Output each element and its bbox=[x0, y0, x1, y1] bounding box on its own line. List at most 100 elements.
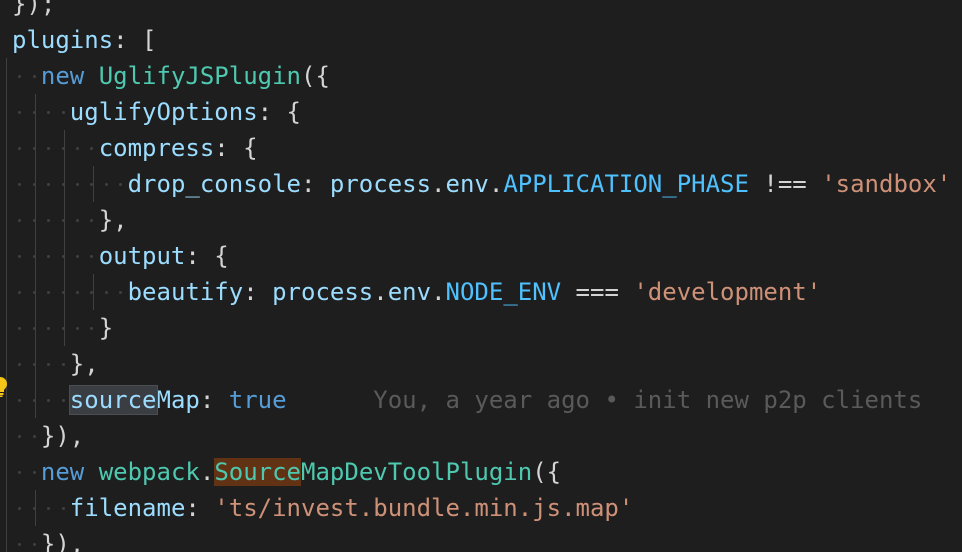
git-blame-annotation: You, a year ago • init new p2p clients bbox=[286, 386, 923, 414]
code-token: . bbox=[431, 170, 446, 198]
indent-guide bbox=[6, 130, 7, 166]
code-editor[interactable]: }); plugins: [new UglifyJSPlugin({uglifyO… bbox=[0, 0, 962, 552]
code-line[interactable]: }, bbox=[99, 202, 128, 238]
indent-guide bbox=[6, 454, 7, 490]
indent-guide bbox=[6, 418, 7, 454]
code-token: new bbox=[40, 62, 85, 90]
indent-guide bbox=[92, 166, 94, 202]
code-line[interactable]: new webpack.SourceMapDevToolPlugin({ bbox=[41, 454, 561, 490]
whitespace-dot bbox=[76, 291, 80, 294]
whitespace-dot bbox=[47, 507, 51, 510]
code-line[interactable]: }); bbox=[12, 0, 55, 22]
code-token: 'sandbox' bbox=[821, 170, 952, 198]
whitespace-dot bbox=[32, 543, 36, 546]
code-line[interactable]: compress: { bbox=[99, 130, 258, 166]
whitespace-dot bbox=[61, 111, 65, 114]
whitespace-dot bbox=[90, 147, 94, 150]
code-token: }), bbox=[40, 530, 85, 552]
code-token: }), bbox=[40, 422, 85, 450]
code-token: : { bbox=[214, 134, 258, 162]
whitespace-dot bbox=[32, 471, 36, 474]
code-token: : bbox=[199, 386, 229, 414]
whitespace-dot bbox=[18, 543, 22, 546]
whitespace-dot bbox=[18, 471, 22, 474]
whitespace-dot bbox=[76, 147, 80, 150]
code-token: uglifyOptions bbox=[69, 98, 258, 126]
code-line[interactable]: }), bbox=[41, 418, 84, 454]
code-token: } bbox=[98, 314, 114, 342]
code-token: 'development' bbox=[633, 278, 822, 306]
indent-guide bbox=[34, 346, 36, 382]
code-line[interactable]: }, bbox=[70, 346, 99, 382]
indent-guide bbox=[63, 166, 65, 202]
indent-guide bbox=[34, 310, 36, 346]
whitespace-dot bbox=[47, 255, 51, 258]
code-line[interactable]: beautify: process.env.NODE_ENV === 'deve… bbox=[128, 274, 822, 310]
indent-guide bbox=[34, 490, 36, 526]
whitespace-dot bbox=[18, 291, 22, 294]
code-token: . bbox=[373, 278, 388, 306]
whitespace-dot bbox=[18, 219, 22, 222]
indent-guide bbox=[34, 274, 36, 310]
indent-guide bbox=[92, 274, 94, 310]
whitespace-dot bbox=[90, 327, 94, 330]
whitespace-dot bbox=[47, 363, 51, 366]
indent-guide bbox=[34, 202, 36, 238]
code-token: !== bbox=[748, 170, 822, 198]
code-token: beautify bbox=[127, 278, 244, 306]
whitespace-dot bbox=[47, 111, 51, 114]
indent-guide bbox=[6, 238, 7, 274]
indent-guide bbox=[6, 310, 7, 346]
code-token: Map bbox=[156, 386, 200, 414]
indent-guide bbox=[34, 382, 36, 418]
code-line[interactable]: uglifyOptions: { bbox=[70, 94, 301, 130]
indent-guide bbox=[6, 94, 7, 130]
code-token: Source bbox=[214, 458, 302, 486]
code-token: filename bbox=[69, 494, 186, 522]
indent-guide bbox=[6, 202, 7, 238]
code-token: : bbox=[243, 278, 273, 306]
indent-guide bbox=[6, 58, 7, 94]
code-token: UglifyJSPlugin bbox=[98, 62, 301, 90]
code-token: drop_console bbox=[127, 170, 301, 198]
code-line[interactable]: output: { bbox=[99, 238, 229, 274]
indent-guide bbox=[34, 166, 36, 202]
whitespace-dot bbox=[18, 435, 22, 438]
indent-guide bbox=[6, 526, 7, 552]
code-token: : bbox=[185, 494, 215, 522]
whitespace-dot bbox=[32, 75, 36, 78]
indent-guide bbox=[63, 130, 65, 166]
whitespace-dot bbox=[119, 183, 123, 186]
code-line[interactable]: new UglifyJSPlugin({ bbox=[41, 58, 330, 94]
lightbulb-icon[interactable] bbox=[0, 376, 8, 398]
code-line[interactable]: sourceMap: true You, a year ago • init n… bbox=[68, 382, 923, 418]
code-token: NODE_ENV bbox=[445, 278, 562, 306]
code-line[interactable]: filename: 'ts/invest.bundle.min.js.map' bbox=[70, 490, 634, 526]
whitespace-dot bbox=[18, 363, 22, 366]
code-line[interactable]: drop_console: process.env.APPLICATION_PH… bbox=[128, 166, 952, 202]
code-token: }); bbox=[12, 0, 56, 18]
code-token: APPLICATION_PHASE bbox=[503, 170, 749, 198]
code-token: : { bbox=[257, 98, 301, 126]
whitespace-dot bbox=[18, 399, 22, 402]
code-line[interactable]: }), bbox=[41, 526, 84, 552]
whitespace-dot bbox=[47, 291, 51, 294]
code-line[interactable]: } bbox=[99, 310, 113, 346]
code-token: . bbox=[431, 278, 446, 306]
indent-guide bbox=[63, 274, 65, 310]
whitespace-dot bbox=[18, 183, 22, 186]
whitespace-dot bbox=[18, 111, 22, 114]
code-token: . bbox=[199, 458, 215, 486]
code-token: true bbox=[228, 386, 287, 414]
whitespace-dot bbox=[119, 291, 123, 294]
indent-guide bbox=[6, 490, 7, 526]
whitespace-dot bbox=[61, 363, 65, 366]
code-line[interactable]: plugins: [ bbox=[12, 22, 157, 58]
whitespace-dot bbox=[90, 255, 94, 258]
whitespace-dot bbox=[104, 291, 108, 294]
indent-guide bbox=[34, 130, 36, 166]
whitespace-dot bbox=[18, 147, 22, 150]
whitespace-dot bbox=[18, 255, 22, 258]
code-token: process bbox=[329, 170, 432, 198]
